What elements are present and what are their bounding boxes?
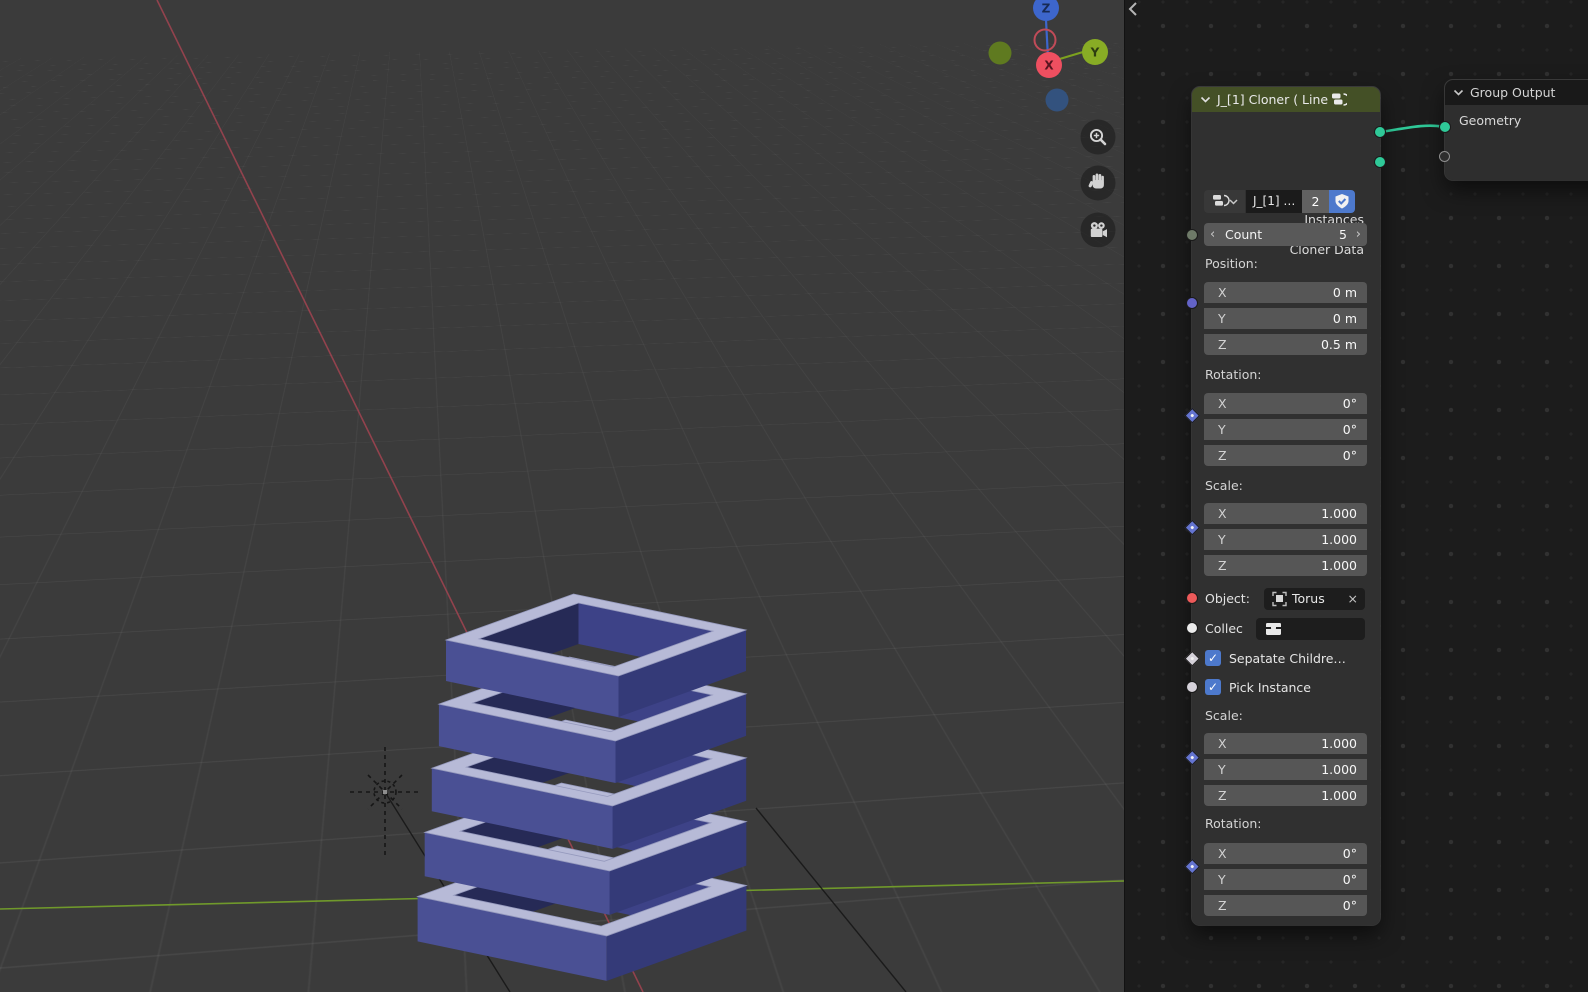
socket-input-instance-rotation[interactable] [1184, 858, 1200, 874]
socket-input-count[interactable] [1186, 229, 1198, 241]
scale-y-field[interactable]: Y 1.000 [1204, 529, 1367, 550]
socket-input-collection[interactable] [1186, 622, 1198, 634]
socket-input-position[interactable] [1186, 297, 1198, 309]
cloner-node[interactable]: J_[1] Cloner ( Line Instances Cloner Dat… [1184, 86, 1386, 926]
collapse-region-chevron-icon[interactable] [1127, 1, 1139, 17]
count-label: Count [1225, 227, 1263, 242]
x-axis-line [156, 0, 644, 992]
empty-object-gizmo[interactable] [350, 747, 420, 858]
fake-user-shield-button[interactable] [1329, 190, 1355, 213]
socket-input-virtual[interactable] [1439, 151, 1451, 163]
datablock-name-field[interactable]: J_[1] … [1246, 190, 1302, 213]
instance-scale-z-field[interactable]: Z 1.000 [1204, 785, 1367, 806]
slider-left-arrow-icon[interactable]: ‹ [1210, 223, 1215, 246]
scale-x-field[interactable]: X 1.000 [1204, 503, 1367, 524]
instance-rotation-section-label: Rotation: [1205, 816, 1262, 831]
datablock-type-button[interactable] [1204, 190, 1245, 213]
socket-input-instance-scale[interactable] [1184, 749, 1200, 765]
pan-tool-button[interactable] [1080, 165, 1116, 201]
instance-scale-y-field[interactable]: Y 1.000 [1204, 759, 1367, 780]
gizmo-x-ball[interactable]: X [1036, 52, 1062, 78]
svg-text:Y: Y [1090, 46, 1100, 60]
object-label: Object: [1205, 591, 1250, 606]
socket-input-geometry[interactable] [1439, 121, 1451, 133]
cloned-torus-stack[interactable] [416, 593, 748, 981]
svg-text:Z: Z [1042, 2, 1051, 16]
clear-object-icon[interactable]: × [1348, 591, 1358, 606]
rotation-y-field[interactable]: Y 0° [1204, 419, 1367, 440]
socket-input-separate-children[interactable] [1184, 650, 1200, 666]
camera-view-button[interactable] [1080, 212, 1116, 248]
chevron-down-icon[interactable] [1200, 96, 1211, 104]
pick-instance-checkbox[interactable] [1205, 679, 1221, 695]
shield-check-icon [1335, 194, 1349, 209]
node-group-icon [1332, 93, 1348, 106]
slider-right-arrow-icon[interactable]: › [1356, 223, 1361, 246]
instance-rotation-x-field[interactable]: X 0° [1204, 843, 1367, 864]
socket-input-pick-instance[interactable] [1186, 681, 1198, 693]
geometry-wire [1379, 124, 1446, 134]
instance-rotation-y-field[interactable]: Y 0° [1204, 869, 1367, 890]
count-value: 5 [1339, 227, 1347, 242]
cloner-node-header[interactable]: J_[1] Cloner ( Line [1192, 87, 1380, 112]
node-group-browse-icon [1213, 194, 1238, 207]
gizmo-neg-y-ball[interactable] [988, 41, 1012, 65]
socket-output-instances[interactable] [1374, 126, 1386, 138]
collection-icon [1266, 623, 1281, 635]
rotation-z-field[interactable]: Z 0° [1204, 445, 1367, 466]
collection-label: Collec [1205, 621, 1243, 636]
group-output-header[interactable]: Group Output [1445, 80, 1588, 105]
socket-input-object[interactable] [1186, 592, 1198, 604]
rotation-x-field[interactable]: X 0° [1204, 393, 1367, 414]
scale-section-label: Scale: [1205, 478, 1243, 493]
viewport-axis-gizmo[interactable]: Z Y X [988, 0, 1109, 112]
socket-input-rotation[interactable] [1184, 407, 1200, 423]
geometry-input-label: Geometry [1459, 113, 1522, 128]
pick-instance-label: Pick Instance [1229, 680, 1311, 695]
object-field[interactable]: Torus × [1264, 588, 1365, 610]
gizmo-y-ball[interactable]: Y [1082, 39, 1108, 65]
instance-scale-section-label: Scale: [1205, 708, 1243, 723]
position-section-label: Position: [1205, 256, 1258, 271]
geometry-node-editor[interactable]: J_[1] Cloner ( Line Instances Cloner Dat… [1124, 0, 1588, 992]
datablock-users-button[interactable]: 2 [1302, 190, 1329, 213]
gizmo-z-ball[interactable]: Z [1033, 0, 1059, 21]
rotation-section-label: Rotation: [1205, 367, 1262, 382]
relationship-line [755, 807, 907, 992]
socket-output-cloner-data[interactable] [1374, 156, 1386, 168]
separate-children-label: Sepatate Childre… [1229, 651, 1346, 666]
position-y-field[interactable]: Y 0 m [1204, 308, 1367, 329]
chevron-down-icon[interactable] [1453, 89, 1464, 97]
socket-input-scale[interactable] [1184, 519, 1200, 535]
zoom-tool-button[interactable] [1080, 119, 1116, 155]
node-title: J_[1] Cloner ( Line [1217, 92, 1329, 107]
count-slider[interactable]: ‹ Count 5 › [1204, 223, 1367, 246]
blender-window: { "viewport": { "axis_gizmo": {"x_label"… [0, 0, 1588, 992]
separate-children-checkbox[interactable] [1205, 650, 1221, 666]
mesh-object-icon [1272, 591, 1287, 607]
3d-viewport[interactable]: Z Y X [0, 0, 1124, 992]
collection-field[interactable] [1256, 618, 1365, 640]
position-x-field[interactable]: X 0 m [1204, 282, 1367, 303]
gizmo-neg-z-ball[interactable] [1045, 88, 1069, 112]
instance-rotation-z-field[interactable]: Z 0° [1204, 895, 1367, 916]
object-field-value: Torus [1292, 591, 1325, 606]
group-output-node[interactable]: Group Output Geometry [1439, 79, 1588, 181]
instance-scale-x-field[interactable]: X 1.000 [1204, 733, 1367, 754]
node-title: Group Output [1470, 85, 1556, 100]
scale-z-field[interactable]: Z 1.000 [1204, 555, 1367, 576]
svg-text:X: X [1044, 59, 1054, 73]
position-z-field[interactable]: Z 0.5 m [1204, 334, 1367, 355]
gizmo-neg-x-ring[interactable] [1033, 28, 1057, 52]
